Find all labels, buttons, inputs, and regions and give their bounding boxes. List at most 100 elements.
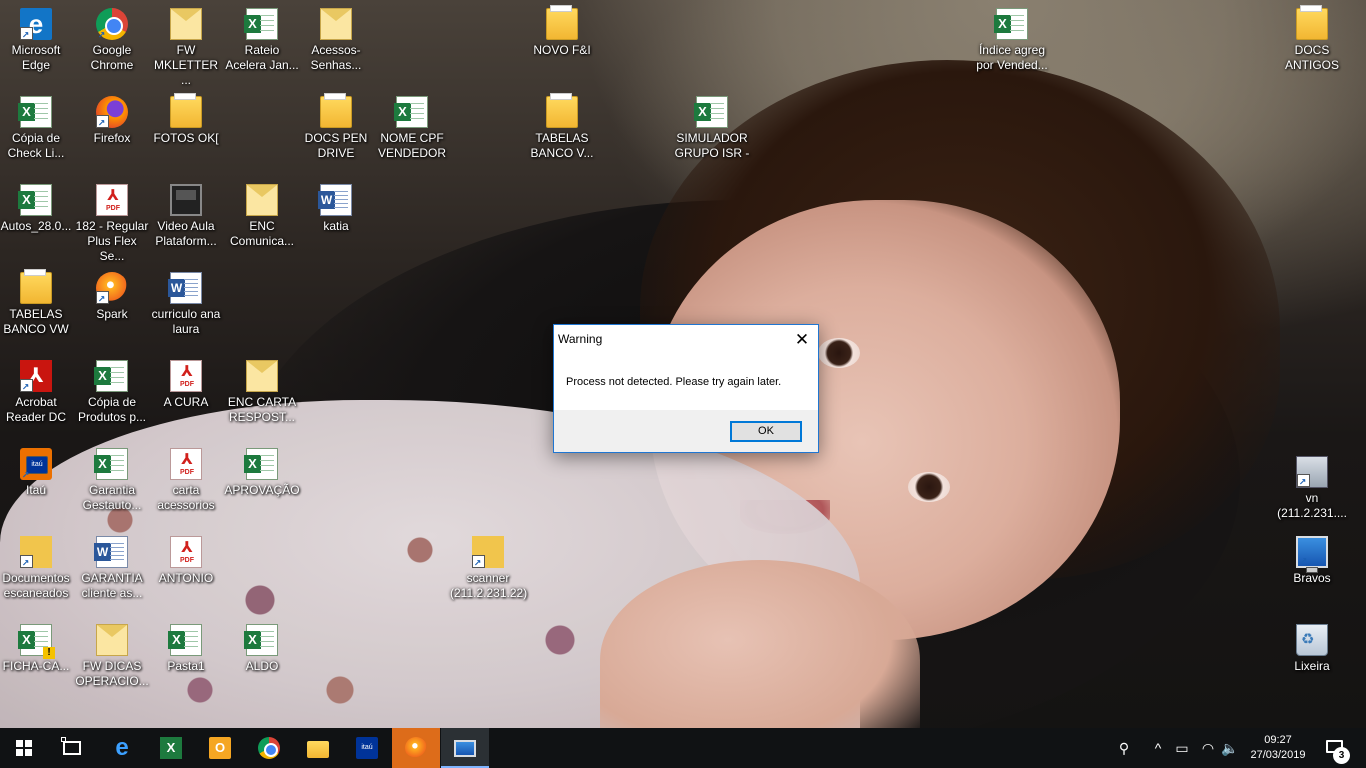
desktop-icon-vn[interactable]: vn (211.2.231.... <box>1274 456 1350 521</box>
excel-file-icon: X <box>244 8 278 40</box>
desktop-icon-acrobat-reader[interactable]: ⅄ Acrobat Reader DC <box>0 360 74 425</box>
acrobat-icon: ⅄ <box>20 360 52 393</box>
start-button[interactable] <box>0 728 48 768</box>
taskbar-excel[interactable]: X <box>147 728 195 768</box>
desktop-icon-label: Cópia de Produtos p... <box>77 395 147 424</box>
folder-icon <box>546 5 578 40</box>
desktop-icon-autos[interactable]: X Autos_28.0... <box>0 184 74 234</box>
desktop-icon-indice-agreg[interactable]: X Índice agreg por Vended... <box>974 8 1050 73</box>
desktop-icon-fw-mkletter[interactable]: FW MKLETTER ... <box>148 8 224 88</box>
taskbar-chrome[interactable] <box>245 728 293 768</box>
desktop-icon-label: FW DICAS OPERACIO... <box>75 659 149 688</box>
desktop-icon-copia-produtos[interactable]: X Cópia de Produtos p... <box>74 360 150 425</box>
desktop-icon-rateio[interactable]: X Rateio Acelera Jan... <box>224 8 300 73</box>
desktop-icon-docs-antigos[interactable]: DOCS ANTIGOS <box>1274 5 1350 73</box>
dialog-footer: OK <box>554 410 818 452</box>
volume-icon[interactable]: 🔈 <box>1218 728 1242 768</box>
ok-button[interactable]: OK <box>730 421 802 442</box>
desktop-icon-nome-cpf[interactable]: X NOME CPF VENDEDOR <box>374 96 450 161</box>
desktop-icon-google-chrome[interactable]: Google Chrome <box>74 8 150 73</box>
desktop-icon-novo-fi[interactable]: NOVO F&I <box>524 5 600 58</box>
desktop-icon-aldo[interactable]: X ALDO <box>224 624 300 674</box>
wifi-icon[interactable]: ◠ <box>1196 728 1220 768</box>
excel-file-icon: X <box>94 448 128 480</box>
desktop-icon-pasta1[interactable]: X Pasta1 <box>148 624 224 674</box>
desktop-icon-docs-pen-drive[interactable]: DOCS PEN DRIVE <box>298 93 374 161</box>
folder-icon <box>307 741 329 758</box>
desktop-icon-garantia-gestauto[interactable]: X Garantia Gestauto... <box>74 448 150 513</box>
desktop-icon-video-aula[interactable]: Video Aula Plataform... <box>148 184 224 249</box>
action-center-button[interactable]: 3 <box>1318 728 1362 768</box>
desktop-icon-microsoft-edge[interactable]: e Microsoft Edge <box>0 8 74 73</box>
desktop-icon-tabelas-banco-v[interactable]: TABELAS BANCO V... <box>524 93 600 161</box>
taskbar-edge[interactable]: e <box>98 728 146 768</box>
task-view-button[interactable] <box>48 728 96 768</box>
desktop-icon-label: DOCS ANTIGOS <box>1284 43 1339 72</box>
desktop-icon-fw-dicas[interactable]: FW DICAS OPERACIO... <box>74 624 150 689</box>
excel-icon: X <box>160 737 182 759</box>
desktop-icon-label: NOVO F&I <box>533 43 591 57</box>
desktop-icon-ficha-ca[interactable]: X FICHA-CA... <box>0 624 74 674</box>
desktop-icon-bravos[interactable]: Bravos <box>1274 536 1350 586</box>
excel-file-icon: X <box>18 624 55 659</box>
desktop-icon-label: Microsoft Edge <box>11 43 61 72</box>
desktop-icon-aprovacao[interactable]: X APROVAÇÃO <box>224 448 300 498</box>
desktop-icon-antonio[interactable]: ⅄ PDF ANTONIO <box>148 536 224 586</box>
chevron-up-icon[interactable]: ^ <box>1146 728 1170 768</box>
desktop-icon-acessos-senhas[interactable]: Acessos- Senhas... <box>298 8 374 73</box>
desktop-icon-label: Rateio Acelera Jan... <box>225 43 299 72</box>
document-folder-icon <box>472 536 504 569</box>
desktop-icon-itau[interactable]: Itaú <box>0 448 74 498</box>
folder-icon <box>320 93 352 128</box>
desktop-icon-documentos-escaneados[interactable]: Documentos escaneados <box>0 536 74 601</box>
clock-time: 09:27 <box>1264 734 1292 746</box>
mail-icon <box>320 8 352 40</box>
taskbar-itau[interactable]: itaú <box>343 728 391 768</box>
desktop-icon-label: Autos_28.0... <box>0 219 72 233</box>
desktop-icon-katia[interactable]: W katia <box>298 184 374 234</box>
pdf-file-icon: ⅄ PDF <box>170 360 202 392</box>
chrome-icon <box>96 8 128 41</box>
desktop-icon-simulador[interactable]: X SIMULADOR GRUPO ISR - <box>674 96 750 161</box>
desktop-icon-spark[interactable]: Spark <box>74 272 150 322</box>
desktop-icon-copia-check[interactable]: X Cópia de Check Li... <box>0 96 74 161</box>
folder-icon <box>546 93 578 128</box>
taskbar-clock[interactable]: 09:27 27/03/2019 <box>1244 728 1312 768</box>
desktop-icon-182-regular[interactable]: ⅄ PDF 182 - Regular Plus Flex Se... <box>74 184 150 264</box>
desktop-icon-enc-carta[interactable]: ENC CARTA RESPOST... <box>224 360 300 425</box>
desktop-icon-curriculo[interactable]: W curriculo ana laura <box>148 272 224 337</box>
desktop-icon-label: FW MKLETTER ... <box>153 43 218 87</box>
excel-file-icon: X <box>168 624 202 656</box>
wallpaper-eye <box>818 338 860 368</box>
taskbar-spark[interactable] <box>392 728 440 768</box>
desktop-icon-label: Cópia de Check Li... <box>7 131 65 160</box>
desktop-icon-label: APROVAÇÃO <box>224 483 300 497</box>
wallpaper-eye <box>908 472 950 502</box>
taskbar-remote-app[interactable] <box>441 728 489 768</box>
dialog-title: Warning <box>558 332 603 346</box>
document-folder-icon <box>20 536 52 569</box>
close-icon[interactable]: ✕ <box>786 325 818 354</box>
itau-icon <box>20 448 52 481</box>
video-file-icon <box>170 184 202 216</box>
desktop-icon-a-cura[interactable]: ⅄ PDF A CURA <box>148 360 224 410</box>
desktop-icon-label: Garantia Gestauto... <box>82 483 142 512</box>
desktop-icon-carta-acessorios[interactable]: ⅄ PDF carta acessorios <box>148 448 224 513</box>
excel-file-icon: X <box>18 96 52 128</box>
desktop-icon-tabelas-banco-vw[interactable]: TABELAS BANCO VW <box>0 269 74 337</box>
desktop-icon-scanner[interactable]: scanner (211.2.231.22) <box>450 536 527 601</box>
taskbar-file-explorer[interactable] <box>294 728 342 768</box>
people-icon[interactable]: ⚲ <box>1110 728 1138 768</box>
desktop-icon-fotos-ok[interactable]: FOTOS OK[ <box>148 93 224 146</box>
desktop-icon-firefox[interactable]: Firefox <box>74 96 150 146</box>
desktop-icon-enc-comunica[interactable]: ENC Comunica... <box>224 184 300 249</box>
folder-icon <box>20 269 52 304</box>
edge-icon: e <box>20 8 52 41</box>
desktop-icon-lixeira[interactable]: Lixeira <box>1274 624 1350 674</box>
desktop-icon-label: curriculo ana laura <box>151 307 221 336</box>
desktop-icon-label: katia <box>323 219 349 233</box>
notification-count-badge: 3 <box>1333 747 1350 764</box>
battery-icon[interactable]: ▭ <box>1170 728 1194 768</box>
desktop-icon-garantia-cliente[interactable]: W GARANTIA cliente as... <box>74 536 150 601</box>
taskbar-outlook[interactable]: O <box>196 728 244 768</box>
